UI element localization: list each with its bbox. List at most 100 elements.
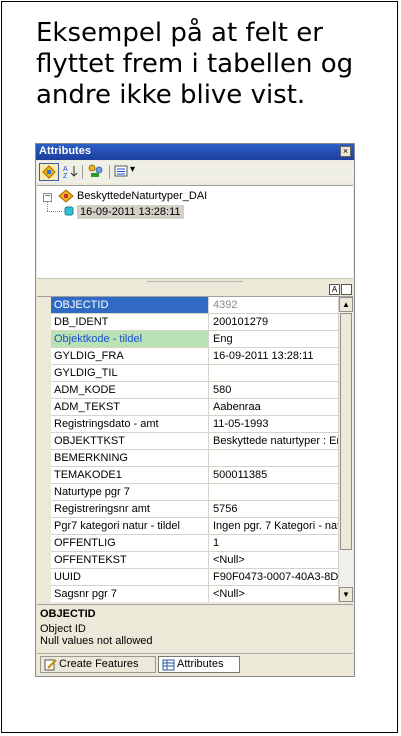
table-row[interactable]: GYLDIG_TIL bbox=[51, 365, 338, 382]
caption-text: Eksempel på at felt er flyttet frem i ta… bbox=[36, 18, 362, 110]
splitter-grip bbox=[147, 281, 243, 282]
field-name: ADM_TEKST bbox=[51, 399, 209, 415]
close-button[interactable]: × bbox=[340, 146, 351, 157]
field-name: Registringsdato - amt bbox=[51, 416, 209, 432]
table-row[interactable]: DB_IDENT 200101279 bbox=[51, 314, 338, 331]
field-name: UUID bbox=[51, 569, 209, 585]
sort-ascending-icon: A Z bbox=[63, 166, 78, 180]
layer-name[interactable]: BeskyttedeNaturtyper_DAI bbox=[77, 190, 207, 202]
table-row[interactable]: OFFENTEKST <Null> bbox=[51, 552, 338, 569]
field-name: Pgr7 kategori natur - tildel bbox=[51, 518, 209, 534]
tab-create-features[interactable]: Create Features bbox=[40, 656, 156, 673]
table-row[interactable]: OBJEKTTKST Beskyttede naturtyper : Eng bbox=[51, 433, 338, 450]
field-name: OFFENTLIG bbox=[51, 535, 209, 551]
field-name: BEMERKNING bbox=[51, 450, 209, 466]
field-value[interactable]: 500011385 bbox=[210, 467, 338, 483]
field-value[interactable]: 5756 bbox=[210, 501, 338, 517]
toolbar-separator bbox=[109, 165, 110, 179]
field-value[interactable]: <Null> bbox=[210, 552, 338, 568]
field-name: ADM_KODE bbox=[51, 382, 209, 398]
chevron-down-icon: ▾ bbox=[130, 164, 136, 175]
tree-connector bbox=[47, 211, 62, 213]
field-value[interactable]: Ingen pgr. 7 Kategori - natur bbox=[210, 518, 338, 534]
field-value[interactable]: Aabenraa bbox=[210, 399, 338, 415]
toolbar-separator bbox=[82, 165, 83, 179]
scroll-up-button[interactable]: ▲ bbox=[339, 297, 353, 312]
field-value[interactable] bbox=[210, 484, 338, 500]
tree-expander-button[interactable]: − bbox=[43, 192, 52, 202]
feature-tree: − BeskyttedeNaturtyper_DAI 16-09-2011 13… bbox=[37, 185, 353, 278]
field-name: GYLDIG_TIL bbox=[51, 365, 209, 381]
field-value[interactable]: F90F0473-0007-40A3-8D9C bbox=[210, 569, 338, 585]
description-line: Object ID bbox=[40, 623, 86, 635]
field-name: Objektkode - tildel bbox=[51, 331, 209, 347]
svg-text:Z: Z bbox=[63, 173, 68, 179]
field-value[interactable]: 200101279 bbox=[210, 314, 338, 330]
grid-gutter bbox=[37, 297, 51, 602]
field-name: DB_IDENT bbox=[51, 314, 209, 330]
attributes-table-icon bbox=[162, 659, 175, 676]
options-menu-button[interactable]: ▾ bbox=[113, 163, 139, 181]
panel-toggle-button[interactable] bbox=[341, 284, 352, 295]
table-row[interactable]: Registringsdato - amt 11-05-1993 bbox=[51, 416, 338, 433]
field-name: GYLDIG_FRA bbox=[51, 348, 209, 364]
field-value[interactable]: <Null> bbox=[210, 586, 338, 602]
selectable-layers-button[interactable] bbox=[86, 163, 106, 181]
list-by-layer-button[interactable] bbox=[39, 163, 59, 181]
field-name: OBJEKTTKST bbox=[51, 433, 209, 449]
table-row[interactable]: Naturtype pgr 7 bbox=[51, 484, 338, 501]
page-frame: Eksempel på at felt er flyttet frem i ta… bbox=[1, 1, 398, 733]
table-row[interactable]: Registreringsnr amt 5756 bbox=[51, 501, 338, 518]
table-row[interactable]: UUID F90F0473-0007-40A3-8D9C bbox=[51, 569, 338, 586]
record-item[interactable]: 16-09-2011 13:28:11 bbox=[77, 205, 184, 219]
selectable-layers-icon bbox=[88, 164, 103, 177]
svg-text:A: A bbox=[63, 166, 68, 173]
table-row[interactable]: GYLDIG_FRA 16-09-2011 13:28:11 bbox=[51, 348, 338, 365]
table-row[interactable]: Objektkode - tildel Eng bbox=[51, 331, 338, 348]
field-name: OFFENTEKST bbox=[51, 552, 209, 568]
options-menu-icon bbox=[114, 165, 128, 177]
scroll-thumb[interactable] bbox=[340, 313, 352, 550]
field-value[interactable]: 16-09-2011 13:28:11 bbox=[210, 348, 338, 364]
field-name: Registreringsnr amt bbox=[51, 501, 209, 517]
field-value[interactable]: Beskyttede naturtyper : Eng bbox=[210, 433, 338, 449]
field-description-panel: OBJECTID Object ID Null values not allow… bbox=[37, 604, 353, 653]
tab-attributes[interactable]: Attributes bbox=[158, 656, 240, 673]
table-row[interactable]: ADM_KODE 580 bbox=[51, 382, 338, 399]
table-row[interactable]: BEMERKNING bbox=[51, 450, 338, 467]
field-value[interactable] bbox=[210, 450, 338, 466]
record-icon bbox=[64, 205, 74, 220]
table-row[interactable]: TEMAKODE1 500011385 bbox=[51, 467, 338, 484]
sort-fields-button[interactable]: A bbox=[329, 284, 340, 295]
layer-icon bbox=[58, 189, 74, 206]
tab-label: Attributes bbox=[177, 658, 224, 670]
table-row[interactable]: ADM_TEKST Aabenraa bbox=[51, 399, 338, 416]
window-tabs: Create Features Attributes bbox=[37, 653, 353, 676]
table-row[interactable]: OBJECTID 4392 bbox=[51, 297, 338, 314]
grid-tools: A bbox=[37, 284, 353, 296]
field-name: TEMAKODE1 bbox=[51, 467, 209, 483]
tab-label: Create Features bbox=[59, 658, 139, 670]
description-title: OBJECTID bbox=[40, 608, 96, 620]
field-value[interactable]: 4392 bbox=[210, 297, 338, 313]
field-value[interactable]: 580 bbox=[210, 382, 338, 398]
table-row[interactable]: Sagsnr pgr 7 <Null> bbox=[51, 586, 338, 602]
attributes-window: Attributes × A Z ▾ − BeskyttedeNaturtype… bbox=[35, 143, 355, 677]
list-by-layer-icon bbox=[42, 165, 56, 179]
field-value[interactable] bbox=[210, 365, 338, 381]
vertical-scrollbar[interactable]: ▲ ▼ bbox=[338, 297, 353, 602]
scroll-down-button[interactable]: ▼ bbox=[339, 587, 353, 602]
field-value[interactable]: 1 bbox=[210, 535, 338, 551]
tree-connector bbox=[47, 202, 49, 211]
table-row[interactable]: OFFENTLIG 1 bbox=[51, 535, 338, 552]
window-title: Attributes bbox=[39, 145, 91, 157]
window-title-bar[interactable]: Attributes × bbox=[36, 144, 354, 160]
field-value[interactable]: Eng bbox=[210, 331, 338, 347]
sort-ascending-button[interactable]: A Z bbox=[61, 163, 79, 181]
field-name: Naturtype pgr 7 bbox=[51, 484, 209, 500]
table-row[interactable]: Pgr7 kategori natur - tildel Ingen pgr. … bbox=[51, 518, 338, 535]
field-name: OBJECTID bbox=[51, 297, 209, 313]
field-value[interactable]: 11-05-1993 bbox=[210, 416, 338, 432]
field-name: Sagsnr pgr 7 bbox=[51, 586, 209, 602]
attribute-grid: OBJECTID 4392 DB_IDENT 200101279 Objektk… bbox=[37, 296, 353, 602]
